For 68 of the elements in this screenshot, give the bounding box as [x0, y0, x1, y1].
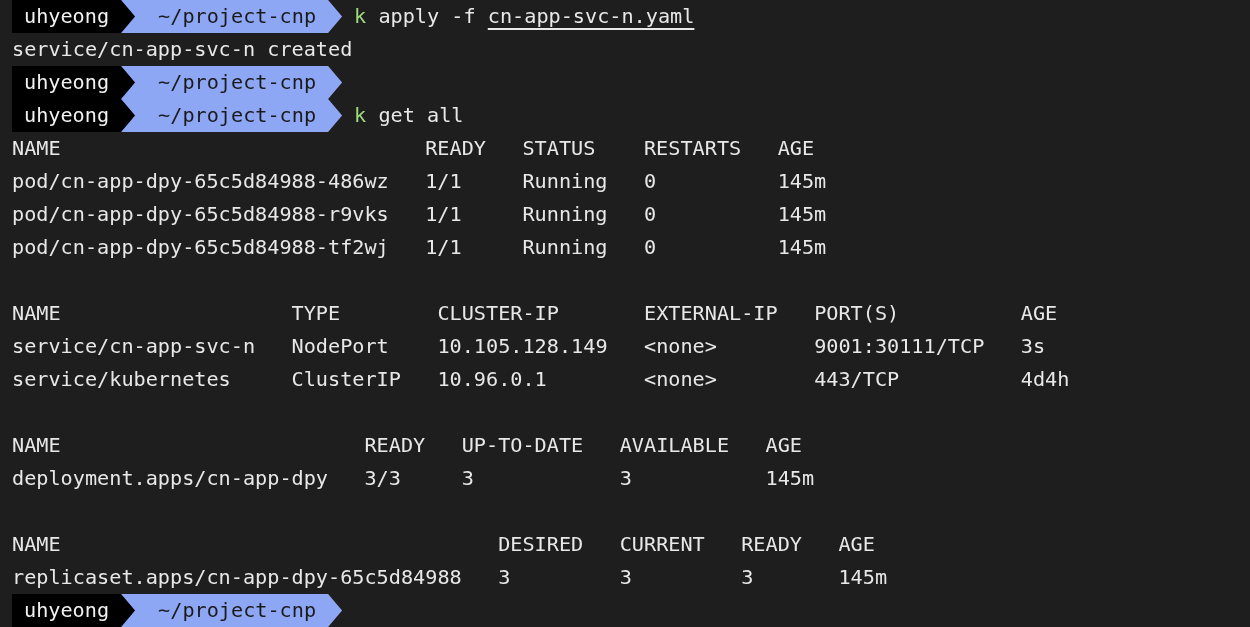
column-header: EXTERNAL-IP	[644, 301, 778, 325]
table-cell: service/cn-app-svc-n	[12, 334, 256, 358]
column-header: AGE	[838, 532, 875, 556]
column-header: AVAILABLE	[619, 433, 730, 457]
column-header: UP-TO-DATE	[461, 433, 584, 457]
table-cell: service/kubernetes	[12, 367, 231, 391]
command-name: k	[354, 3, 367, 30]
table-cell: 3	[619, 565, 632, 589]
table-cell: 3/3	[364, 466, 401, 490]
table-cell: 10.105.128.149	[437, 334, 608, 358]
table-cell: deployment.apps/cn-app-dpy	[12, 466, 328, 490]
command-argument: get all	[378, 102, 464, 129]
column-header: TYPE	[291, 301, 341, 325]
table-cell: pod/cn-app-dpy-65c5d84988-r9vks	[12, 202, 389, 226]
table-cell: 145m	[777, 235, 827, 259]
table-cell: 0	[643, 202, 657, 226]
table-cell: 1/1	[425, 169, 462, 193]
table-cell: 3s	[1020, 334, 1046, 358]
table-cell: pod/cn-app-dpy-65c5d84988-tf2wj	[12, 235, 389, 259]
table-cell: 443/TCP	[814, 367, 900, 391]
column-header: NAME	[12, 433, 61, 457]
table-cell: pod/cn-app-dpy-65c5d84988-486wz	[12, 169, 389, 193]
column-header: CURRENT	[619, 532, 705, 556]
table-cell: 145m	[777, 202, 827, 226]
table-cell: 1/1	[425, 202, 462, 226]
column-header: READY	[425, 136, 486, 160]
command-argument: cn-app-svc-n.yaml	[487, 3, 695, 30]
table-cell: 4d4h	[1020, 367, 1070, 391]
column-header: NAME	[12, 532, 61, 556]
table-cell: Running	[522, 169, 608, 193]
column-header: READY	[364, 433, 426, 457]
column-header: STATUS	[522, 136, 596, 160]
table-cell: <none>	[644, 367, 717, 391]
table-cell: Running	[522, 235, 608, 259]
command-argument: apply -f	[378, 3, 476, 30]
table-cell: 9001:30111/TCP	[814, 334, 985, 358]
column-header: RESTARTS	[643, 136, 742, 160]
table-cell: 3	[619, 466, 632, 490]
table-cell: NodePort	[291, 334, 389, 358]
table-cell: ClusterIP	[291, 367, 401, 391]
prompt-path: ~/project-cnp	[121, 0, 343, 33]
table-cell: 3	[498, 565, 511, 589]
column-header: AGE	[1020, 301, 1058, 325]
table-cell: <none>	[644, 334, 717, 358]
table-cell: 1/1	[425, 235, 462, 259]
column-header: NAME	[12, 136, 61, 160]
table-cell: 145m	[777, 169, 827, 193]
table-cell: replicaset.apps/cn-app-dpy-65c5d84988	[12, 565, 462, 589]
command-name: k	[354, 102, 367, 129]
prompt-path: ~/project-cnp	[121, 66, 343, 99]
table-cell: 3	[461, 466, 474, 490]
table-cell: 0	[643, 169, 657, 193]
column-header: DESIRED	[498, 532, 584, 556]
table-cell: Running	[522, 202, 608, 226]
table-cell: 0	[643, 235, 657, 259]
column-header: CLUSTER-IP	[437, 301, 559, 325]
table-cell: 145m	[765, 466, 815, 490]
column-header: READY	[741, 532, 802, 556]
output-text: service/cn-app-svc-n created	[12, 36, 353, 63]
table-cell: 3	[741, 565, 754, 589]
column-header: PORT(S)	[814, 301, 900, 325]
prompt-path: ~/project-cnp	[121, 99, 343, 132]
column-header: AGE	[765, 433, 802, 457]
column-header: AGE	[777, 136, 815, 160]
table-cell: 10.96.0.1	[437, 367, 547, 391]
table-cell: 145m	[838, 565, 888, 589]
prompt-path: ~/project-cnp	[121, 594, 343, 627]
column-header: NAME	[12, 301, 61, 325]
